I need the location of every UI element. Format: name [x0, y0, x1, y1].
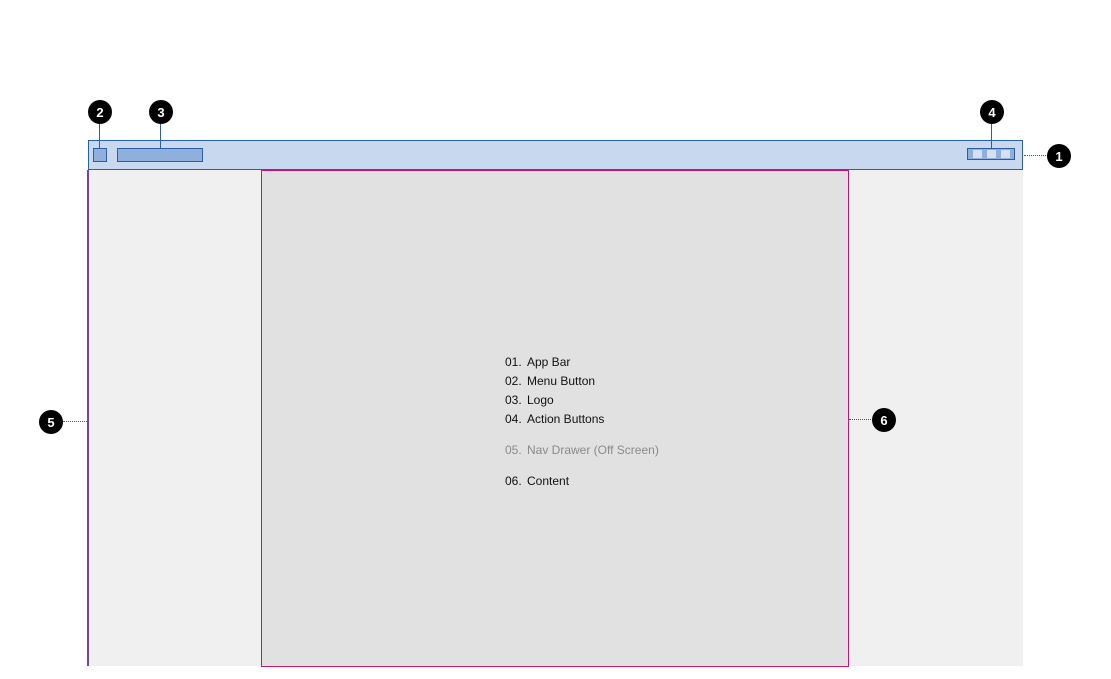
- callout-2-leader: [99, 122, 100, 148]
- action-button-3: [1000, 150, 1010, 158]
- callout-badge-2: 2: [88, 100, 112, 124]
- callout-1-leader: [1024, 155, 1048, 156]
- legend-item-nav-drawer: 05. Nav Drawer (Off Screen): [505, 442, 659, 457]
- callout-badge-6: 6: [872, 408, 896, 432]
- callout-badge-5: 5: [39, 410, 63, 434]
- callout-5-leader: [63, 421, 87, 422]
- legend-item-logo: 03. Logo: [505, 392, 554, 407]
- legend-item-menu-button: 02. Menu Button: [505, 373, 596, 388]
- action-button-1: [972, 150, 982, 158]
- app-bar: [88, 140, 1023, 170]
- nav-drawer-edge: [87, 170, 89, 666]
- logo-placeholder: [117, 148, 203, 162]
- legend: 01. App Bar 02. Menu Button 03. Logo 04.…: [505, 352, 659, 490]
- callout-badge-1: 1: [1047, 144, 1071, 168]
- action-buttons-placeholder: [967, 148, 1015, 160]
- legend-item-action-buttons: 04. Action Buttons: [505, 411, 605, 426]
- legend-item-app-bar: 01. App Bar: [505, 354, 571, 369]
- callout-3-leader: [160, 122, 161, 148]
- callout-badge-4: 4: [980, 100, 1004, 124]
- legend-item-content: 06. Content: [505, 473, 570, 488]
- callout-badge-3: 3: [149, 100, 173, 124]
- menu-button-placeholder: [93, 148, 107, 162]
- action-button-2: [986, 150, 996, 158]
- callout-4-leader: [991, 122, 992, 148]
- callout-6-leader: [849, 419, 873, 420]
